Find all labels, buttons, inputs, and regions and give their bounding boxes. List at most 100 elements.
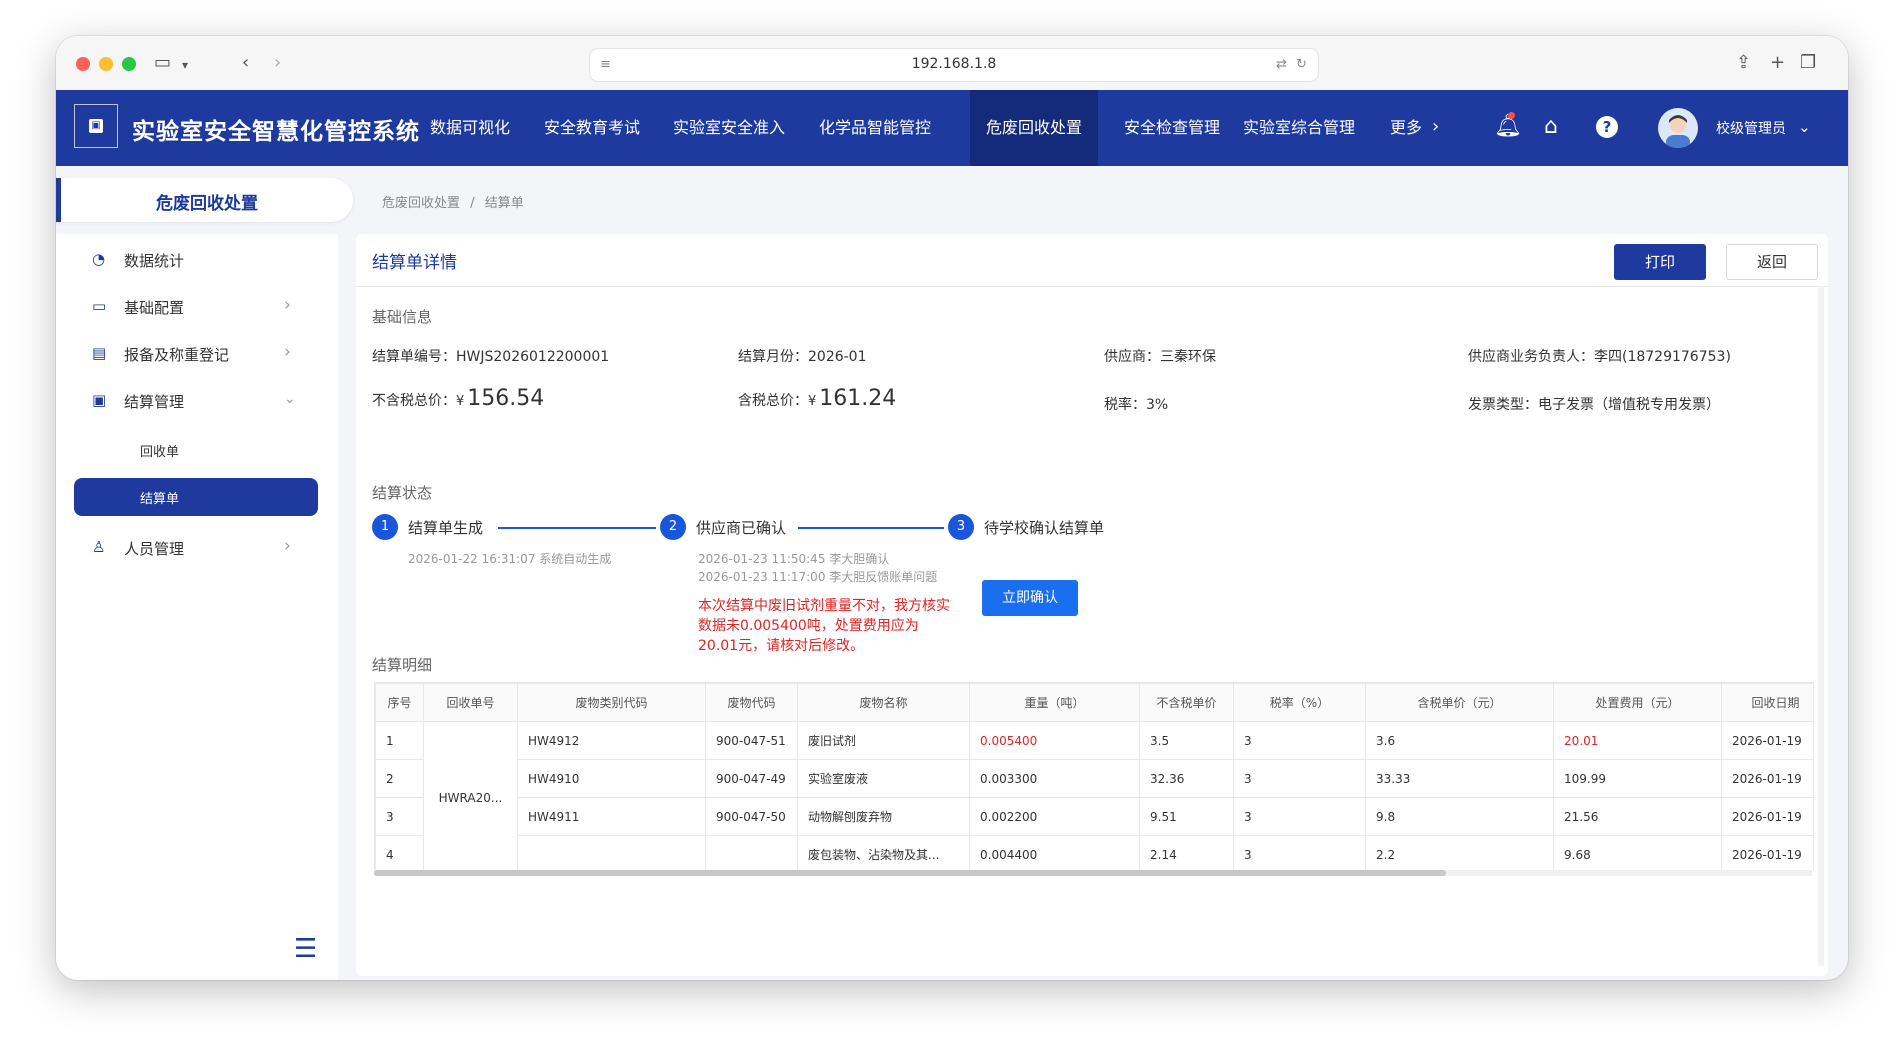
horizontal-scrollbar[interactable]	[374, 870, 1812, 876]
field-label: 发票类型：	[1468, 397, 1538, 413]
table-header-row: 序号 回收单号 废物类别代码 废物代码 废物名称 重量（吨） 不含税单价 税率（…	[375, 683, 1813, 722]
minimize-window-button[interactable]	[99, 57, 113, 71]
sidebar-subitem-settlement-order[interactable]: 结算单	[74, 478, 318, 516]
share-icon[interactable]: ⇪	[1736, 52, 1751, 74]
taxed-total-field: 含税总价：¥ 161.24	[738, 386, 896, 411]
field-value: 161.24	[819, 386, 897, 411]
column-header: 重量（吨）	[969, 683, 1140, 722]
help-icon[interactable]: ?	[1596, 116, 1618, 138]
new-tab-icon[interactable]: +	[1770, 52, 1785, 74]
invoice-type-field: 发票类型：电子发票（增值税专用发票）	[1468, 394, 1720, 414]
avatar[interactable]	[1658, 108, 1698, 148]
cell-index: 2	[375, 759, 424, 798]
cell-index: 4	[375, 835, 424, 871]
nav-chemical-control[interactable]: 化学品智能管控	[812, 90, 938, 166]
translate-icon[interactable]: ⇄	[1276, 54, 1287, 76]
print-button[interactable]: 打印	[1614, 244, 1706, 280]
nav-safety-exam[interactable]: 安全教育考试	[540, 90, 644, 166]
field-label: 不含税总价：	[372, 393, 456, 409]
breadcrumb: 危废回收处置 / 结算单	[382, 192, 524, 211]
field-value: 3%	[1146, 397, 1169, 413]
cell-tax-rate: 3	[1233, 835, 1366, 871]
breadcrumb-parent[interactable]: 危废回收处置	[382, 196, 460, 211]
column-header: 废物代码	[705, 683, 798, 722]
cell-tax-rate: 3	[1233, 797, 1366, 836]
sidebar-subitem-recycle-order[interactable]: 回收单	[74, 431, 318, 469]
nav-more[interactable]: 更多	[1386, 90, 1426, 166]
cell-waste-code	[705, 835, 798, 871]
status-section-title: 结算状态	[372, 484, 433, 502]
order-number-field: 结算单编号：HWJS2026012200001	[372, 346, 609, 366]
tab-overview-icon[interactable]: ❐	[1800, 52, 1816, 74]
chevron-right-icon[interactable]: ›	[1432, 116, 1439, 137]
tax-rate-field: 税率：3%	[1104, 394, 1168, 414]
notification-dot	[1508, 112, 1515, 119]
home-icon[interactable]: ⌂	[1544, 114, 1558, 139]
browser-window: ▭ ▾ ‹ › ≡ 192.168.1.8 ⇄ ↻ ⇪ + ❐ ▣ 实验室安全智…	[56, 36, 1848, 980]
logo-icon: ▣	[74, 104, 118, 148]
column-header: 处置费用（元）	[1553, 683, 1722, 722]
divider	[356, 286, 1828, 287]
nav-safety-inspection[interactable]: 安全检查管理	[1116, 90, 1228, 166]
field-value: 156.54	[467, 386, 545, 411]
cell-date: 2026-01-19	[1721, 797, 1813, 836]
settlement-detail-table: 序号 回收单号 废物类别代码 废物代码 废物名称 重量（吨） 不含税单价 税率（…	[374, 682, 1814, 871]
currency-symbol: ¥	[808, 394, 817, 409]
cell-date: 2026-01-19	[1721, 721, 1813, 760]
user-name[interactable]: 校级管理员	[1716, 118, 1786, 138]
address-bar[interactable]: ≡ 192.168.1.8 ⇄ ↻	[590, 49, 1318, 81]
sidebar-item-settlement[interactable]: ▣ 结算管理 ⌄	[56, 381, 338, 421]
confirm-now-button[interactable]: 立即确认	[982, 580, 1078, 616]
sidebar-item-weighing[interactable]: ▤ 报备及称重登记 ›	[56, 334, 338, 374]
cell-category-code	[517, 835, 706, 871]
cell-pretax-price: 2.14	[1139, 835, 1234, 871]
back-button[interactable]: 返回	[1726, 244, 1818, 280]
sidebar-item-statistics[interactable]: ◔ 数据统计	[56, 240, 338, 280]
back-arrow-icon[interactable]: ‹	[242, 52, 249, 74]
cell-recycle-order: HWRA20...	[423, 721, 518, 871]
table-row: 4 废包装物、沾染物及其... 0.004400 2.14 3 2.2 9.68…	[375, 835, 1813, 871]
zoom-window-button[interactable]	[122, 57, 136, 71]
sidebar-toggle-icon[interactable]: ▭	[154, 52, 171, 74]
cell-fee: 9.68	[1553, 835, 1722, 871]
nav-data-visualization[interactable]: 数据可视化	[428, 90, 512, 166]
scrollbar-thumb[interactable]	[374, 870, 1446, 876]
cell-tax-rate: 3	[1233, 721, 1366, 760]
step-connector	[798, 527, 944, 529]
sidebar-item-label: 人员管理	[124, 540, 185, 558]
nav-hazardous-waste[interactable]: 危废回收处置	[970, 90, 1098, 166]
chevron-right-icon: ›	[284, 536, 291, 556]
cell-taxed-price: 33.33	[1365, 759, 1554, 798]
forward-arrow-icon[interactable]: ›	[274, 52, 281, 74]
field-value: 电子发票（增值税专用发票）	[1538, 397, 1720, 413]
vertical-scrollbar[interactable]	[1818, 286, 1824, 966]
cell-waste-code: 900-047-49	[705, 759, 798, 798]
sidebar-item-label: 基础配置	[124, 299, 185, 317]
column-header: 回收日期	[1721, 683, 1813, 722]
close-window-button[interactable]	[76, 57, 90, 71]
pretax-total-field: 不含税总价：¥ 156.54	[372, 386, 544, 411]
chevron-down-icon[interactable]: ▾	[182, 54, 188, 76]
table-row: 3 HW4911 900-047-50 动物解刨废弃物 0.002200 9.5…	[375, 797, 1813, 836]
cell-waste-name: 动物解刨废弃物	[797, 797, 970, 836]
document-icon: ▤	[92, 344, 107, 362]
browser-toolbar: ▭ ▾ ‹ › ≡ 192.168.1.8 ⇄ ↻ ⇪ + ❐	[56, 36, 1848, 91]
url-text: 192.168.1.8	[911, 56, 997, 72]
sidebar-item-label: 结算管理	[124, 393, 185, 411]
cell-waste-code: 900-047-51	[705, 721, 798, 760]
nav-lab-access[interactable]: 实验室安全准入	[666, 90, 792, 166]
menu-collapse-icon[interactable]: ☰	[294, 934, 317, 964]
chevron-down-icon[interactable]: ⌄	[1798, 118, 1811, 136]
sidebar-header: 危废回收处置	[56, 178, 353, 222]
nav-lab-management[interactable]: 实验室综合管理	[1236, 90, 1362, 166]
cell-date: 2026-01-19	[1721, 835, 1813, 871]
field-value: 李四(18729176753)	[1594, 349, 1731, 365]
sidebar-item-personnel[interactable]: ♙ 人员管理 ›	[56, 528, 338, 568]
sidebar-item-basic-config[interactable]: ▭ 基础配置 ›	[56, 287, 338, 327]
column-header: 废物名称	[797, 683, 970, 722]
reload-icon[interactable]: ↻	[1296, 54, 1307, 76]
step-2-label: 供应商已确认	[696, 519, 787, 537]
cell-waste-name: 实验室废液	[797, 759, 970, 798]
field-label: 结算单编号：	[372, 349, 456, 365]
supplier-contact-field: 供应商业务负责人：李四(18729176753)	[1468, 346, 1731, 366]
